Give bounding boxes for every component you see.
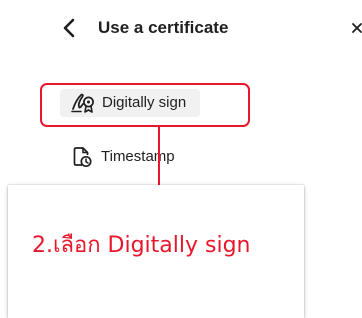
- use-certificate-panel: Use a certificate Digitally sign Timesta…: [0, 0, 362, 318]
- menu-item-timestamp[interactable]: Timestamp: [60, 143, 185, 171]
- menu-item-label: Timestamp: [101, 148, 175, 165]
- chevron-left-icon[interactable]: [60, 17, 80, 39]
- panel-header: Use a certificate: [0, 0, 362, 56]
- annotation-highlight-box: [40, 83, 250, 127]
- close-icon[interactable]: [351, 21, 362, 35]
- annotation-connector-line: [158, 127, 160, 185]
- panel-title: Use a certificate: [98, 18, 229, 37]
- timestamp-icon: [72, 146, 92, 168]
- annotation-callout: 2.เลือก Digitally sign: [8, 185, 304, 318]
- annotation-text: 2.เลือก Digitally sign: [32, 233, 251, 258]
